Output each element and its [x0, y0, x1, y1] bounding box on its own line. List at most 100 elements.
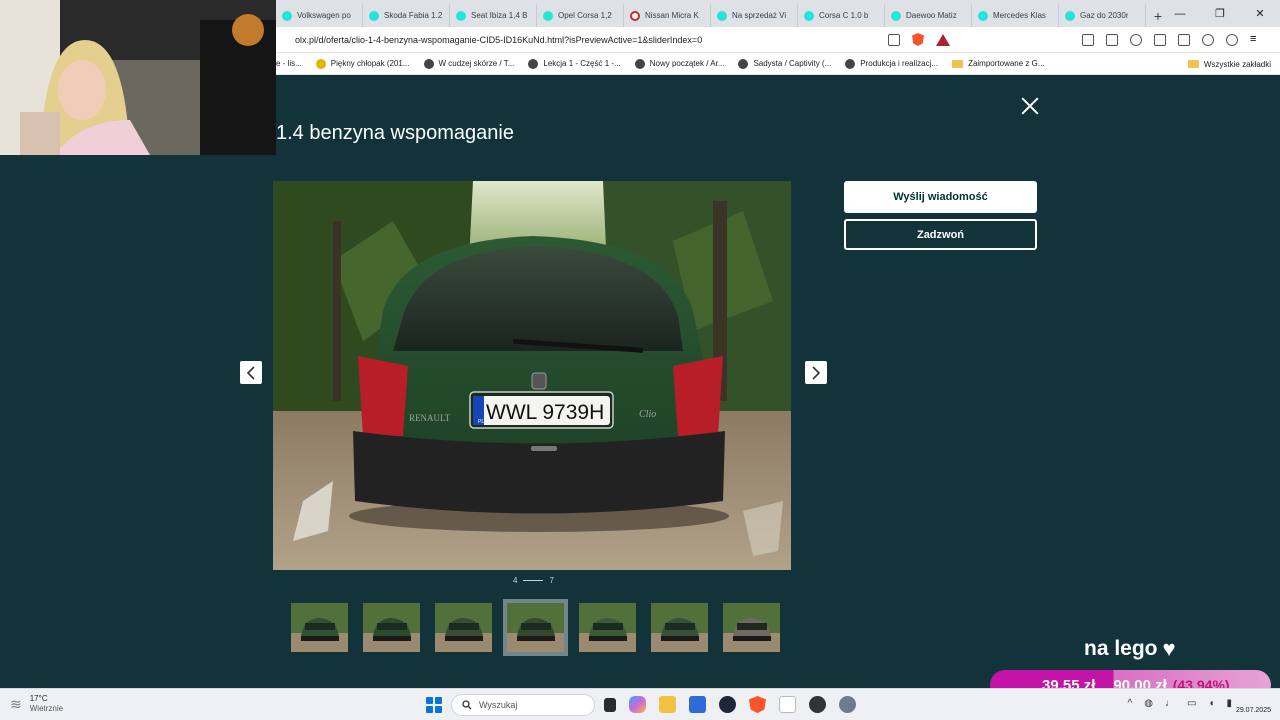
browser-tab[interactable]: Corsa C 1.0 b [798, 4, 885, 27]
leo-ai-icon[interactable] [1202, 33, 1214, 46]
bookmark-list: e - lis... Piękny chłopak (201... W cudzej… [276, 58, 1059, 69]
sidebar-icon[interactable] [1154, 33, 1166, 46]
brave-browser-icon[interactable] [749, 696, 766, 713]
bookmark-item[interactable]: Nowy początek / Ar... [634, 58, 724, 69]
bookmark-item[interactable]: Produkcja i realizacj... [845, 58, 939, 69]
photo-thumbnail[interactable] [723, 603, 780, 652]
screenshot-icon[interactable] [1106, 33, 1118, 46]
tab-label: Gaz do 2030r [1080, 11, 1129, 20]
photo-thumbnail[interactable] [579, 603, 636, 652]
browser-tab[interactable]: Opel Corsa 1,2 [537, 4, 624, 27]
obs-icon[interactable] [809, 696, 826, 713]
tagline-text: na lego [1084, 637, 1158, 660]
tray-expand-icon[interactable]: ^ [1128, 698, 1133, 709]
extensions-icon[interactable] [1082, 33, 1094, 46]
pinned-apps [604, 696, 856, 713]
counter-total: 7 [549, 576, 554, 585]
opera-icon [630, 10, 640, 21]
minimize-button[interactable]: — [1160, 0, 1200, 27]
copilot-icon[interactable] [629, 696, 646, 713]
webcam-feed [0, 0, 276, 155]
battery-icon[interactable]: ▮ [1226, 698, 1232, 709]
browser-tab[interactable]: Skoda Fabia 1.2 [363, 4, 450, 27]
settings-icon[interactable] [839, 696, 856, 713]
send-message-button[interactable]: Wyślij wiadomość [844, 181, 1037, 213]
steam-icon[interactable] [719, 696, 736, 713]
folder-icon [1187, 60, 1199, 68]
stream-tagline: na lego ♥ [1084, 636, 1176, 662]
brave-shields-icon[interactable] [912, 33, 924, 46]
notepad-icon[interactable] [779, 696, 796, 713]
windows-start-icon[interactable] [426, 697, 442, 713]
all-bookmarks[interactable]: Wszystkie zakładki [1187, 53, 1271, 75]
bookmark-item[interactable]: Lekcja 1 - Część 1 -... [528, 58, 621, 69]
close-window-button[interactable]: ✕ [1240, 0, 1280, 27]
music-icon[interactable] [1130, 33, 1142, 46]
sound-icon[interactable]: ◖ [1208, 698, 1214, 709]
search-icon [462, 700, 472, 710]
call-button[interactable]: Zadzwoń [844, 219, 1037, 250]
bookmark-label: Lekcja 1 - Część 1 -... [543, 59, 621, 68]
bookmark-label: W cudzej skórze / T... [438, 59, 515, 68]
bookmark-item[interactable]: W cudzej skórze / T... [423, 58, 515, 69]
tab-label: Corsa C 1.0 b [819, 11, 869, 20]
taskbar-clock[interactable]: 29.07.2025 [1236, 693, 1271, 716]
browser-tab[interactable]: Seat Ibiza 1,4 B [450, 4, 537, 27]
previous-photo-button[interactable] [240, 361, 262, 384]
store-icon[interactable] [689, 696, 706, 713]
share-icon[interactable] [888, 33, 900, 46]
plate-country: PL [478, 419, 484, 425]
close-gallery-button[interactable] [1019, 95, 1041, 117]
url-field[interactable]: olx.pl/d/oferta/clio-1-4-benzyna-wspomag… [295, 35, 888, 45]
olx-icon [282, 10, 292, 21]
task-view-icon[interactable] [604, 698, 616, 712]
bookmark-item[interactable]: Sadysta / Captivity (... [738, 58, 831, 69]
chevron-left-icon [246, 365, 255, 380]
system-tray: ^ ◍ ♩ ▭ ◖ ▮ [1128, 698, 1232, 709]
network-icon[interactable]: ◍ [1144, 698, 1153, 709]
wallet-icon[interactable] [1178, 33, 1190, 46]
menu-icon[interactable]: ≡ [1250, 33, 1262, 46]
photo-thumbnail[interactable] [291, 603, 348, 652]
tab-label: Nissan Micra K [645, 11, 699, 20]
thumbnail-image [435, 603, 492, 652]
browser-tab[interactable]: Gaz do 2030r [1059, 4, 1146, 27]
photo-thumbnail[interactable] [435, 603, 492, 652]
photo-thumbnail[interactable] [651, 603, 708, 652]
bookmark-label: Produkcja i realizacj... [860, 59, 939, 68]
olx-icon [717, 10, 727, 21]
thumbnail-image [579, 603, 636, 652]
brave-rewards-icon[interactable] [936, 33, 950, 46]
main-photo: PL WWL 9739H RENAULT Clio [273, 181, 791, 570]
bookmark-item[interactable]: Zaimportowane z G... [952, 59, 1045, 68]
olx-icon [1065, 10, 1075, 21]
bookmark-item[interactable]: e - lis... [276, 59, 302, 68]
weather-desc: Wietrznie [29, 704, 64, 713]
olx-icon [369, 10, 379, 21]
browser-tab[interactable]: Na sprzedaż Vi [711, 4, 798, 27]
mic-icon[interactable]: ♩ [1165, 698, 1175, 709]
tab-label: Mercedes Klas [993, 11, 1046, 20]
counter-current: 4 [513, 576, 518, 585]
next-photo-button[interactable] [805, 361, 827, 384]
olx-icon [543, 10, 553, 21]
bookmark-label: Piękny chłopak (201... [330, 59, 410, 68]
browser-tab[interactable]: Volkswagen po [276, 4, 363, 27]
clock-date: 29.07.2025 [1235, 707, 1271, 714]
photo-counter: 4 7 [513, 576, 554, 585]
thumbnail-strip [291, 599, 780, 656]
photo-thumbnail[interactable] [503, 599, 568, 656]
weather-widget[interactable]: ≋ 17°C Wietrznie [10, 694, 63, 714]
maximize-button[interactable]: ❐ [1200, 0, 1240, 27]
olx-icon [804, 10, 814, 21]
browser-tab[interactable]: Daewoo Matiz [885, 4, 972, 27]
browser-tab[interactable]: Mercedes Klas [972, 4, 1059, 27]
display-icon[interactable]: ▭ [1187, 698, 1196, 709]
taskbar-search[interactable]: Wyszukaj [451, 694, 595, 716]
vpn-icon[interactable] [1226, 33, 1238, 46]
all-bookmarks-label: Wszystkie zakładki [1203, 59, 1271, 69]
photo-thumbnail[interactable] [363, 603, 420, 652]
bookmark-item[interactable]: Piękny chłopak (201... [315, 58, 410, 69]
browser-tab[interactable]: Nissan Micra K [624, 4, 711, 27]
file-explorer-icon[interactable] [659, 696, 676, 713]
